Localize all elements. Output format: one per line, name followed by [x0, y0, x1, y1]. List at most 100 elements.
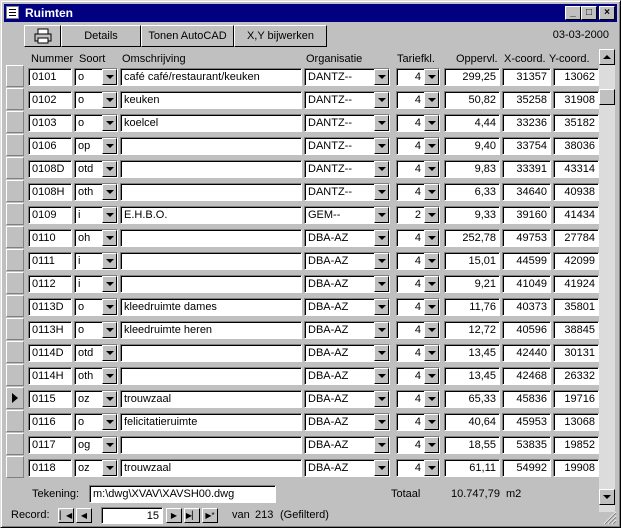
cell-x[interactable]: 40373: [502, 298, 551, 316]
cell-x[interactable]: 45836: [502, 390, 551, 408]
dropdown-arrow-icon[interactable]: [102, 391, 117, 407]
cell-omschrijving[interactable]: kleedruimte heren: [120, 321, 302, 339]
dropdown-arrow-icon[interactable]: [424, 437, 439, 453]
cell-x[interactable]: 33236: [502, 114, 551, 132]
table-row[interactable]: 0117 og DBA-AZ 4 18,55 53835 19852: [4, 433, 599, 456]
cell-y[interactable]: 35182: [553, 114, 599, 132]
cell-nummer[interactable]: 0117: [28, 436, 72, 454]
record-selector[interactable]: [6, 111, 24, 133]
dropdown-arrow-icon[interactable]: [374, 230, 389, 246]
cell-tariefkl[interactable]: 4: [396, 413, 440, 431]
cell-soort[interactable]: oh: [74, 229, 118, 247]
cell-nummer[interactable]: 0108D: [28, 160, 72, 178]
table-row[interactable]: 0112 i DBA-AZ 4 9,21 41049 41924: [4, 272, 599, 295]
record-selector[interactable]: [6, 341, 24, 363]
dropdown-arrow-icon[interactable]: [424, 368, 439, 384]
title-bar[interactable]: Ruimten _ □ ×: [4, 4, 617, 22]
cell-tariefkl[interactable]: 4: [396, 160, 440, 178]
cell-tariefkl[interactable]: 4: [396, 91, 440, 109]
cell-organisatie[interactable]: DBA-AZ: [304, 298, 390, 316]
cell-organisatie[interactable]: GEM--: [304, 206, 390, 224]
cell-nummer[interactable]: 0102: [28, 91, 72, 109]
cell-soort[interactable]: oz: [74, 459, 118, 477]
cell-omschrijving[interactable]: [120, 252, 302, 270]
dropdown-arrow-icon[interactable]: [374, 184, 389, 200]
table-row[interactable]: 0113D o kleedruimte dames DBA-AZ 4 11,76 40373…: [4, 295, 599, 318]
dropdown-arrow-icon[interactable]: [102, 414, 117, 430]
cell-x[interactable]: 42440: [502, 344, 551, 362]
cell-nummer[interactable]: 0114H: [28, 367, 72, 385]
cell-organisatie[interactable]: DBA-AZ: [304, 275, 390, 293]
record-selector[interactable]: [6, 249, 24, 271]
cell-oppervl[interactable]: 11,76: [444, 298, 500, 316]
cell-y[interactable]: 41434: [553, 206, 599, 224]
cell-tariefkl[interactable]: 4: [396, 367, 440, 385]
cell-omschrijving[interactable]: [120, 137, 302, 155]
dropdown-arrow-icon[interactable]: [424, 230, 439, 246]
record-selector[interactable]: [6, 65, 24, 87]
cell-omschrijving[interactable]: felicitatieruimte: [120, 413, 302, 431]
dropdown-arrow-icon[interactable]: [374, 322, 389, 338]
cell-y[interactable]: 40938: [553, 183, 599, 201]
dropdown-arrow-icon[interactable]: [102, 253, 117, 269]
cell-nummer[interactable]: 0101: [28, 68, 72, 86]
table-row[interactable]: 0106 op DANTZ-- 4 9,40 33754 38036: [4, 134, 599, 157]
table-row[interactable]: 0111 i DBA-AZ 4 15,01 44599 42099: [4, 249, 599, 272]
cell-x[interactable]: 39160: [502, 206, 551, 224]
cell-y[interactable]: 30131: [553, 344, 599, 362]
dropdown-arrow-icon[interactable]: [374, 69, 389, 85]
dropdown-arrow-icon[interactable]: [102, 184, 117, 200]
dropdown-arrow-icon[interactable]: [374, 276, 389, 292]
cell-tariefkl[interactable]: 4: [396, 459, 440, 477]
cell-oppervl[interactable]: 299,25: [444, 68, 500, 86]
tekening-field[interactable]: m:\dwg\XVAV\XAVSH00.dwg: [89, 485, 276, 503]
cell-y[interactable]: 31908: [553, 91, 599, 109]
dropdown-arrow-icon[interactable]: [424, 69, 439, 85]
dropdown-arrow-icon[interactable]: [374, 391, 389, 407]
cell-nummer[interactable]: 0111: [28, 252, 72, 270]
cell-tariefkl[interactable]: 4: [396, 275, 440, 293]
dropdown-arrow-icon[interactable]: [424, 115, 439, 131]
cell-soort[interactable]: o: [74, 91, 118, 109]
record-selector[interactable]: [6, 364, 24, 386]
cell-soort[interactable]: oz: [74, 390, 118, 408]
dropdown-arrow-icon[interactable]: [424, 345, 439, 361]
dropdown-arrow-icon[interactable]: [374, 115, 389, 131]
dropdown-arrow-icon[interactable]: [102, 207, 117, 223]
scroll-up-button[interactable]: [599, 49, 615, 65]
dropdown-arrow-icon[interactable]: [424, 276, 439, 292]
cell-nummer[interactable]: 0116: [28, 413, 72, 431]
cell-organisatie[interactable]: DBA-AZ: [304, 229, 390, 247]
cell-organisatie[interactable]: DANTZ--: [304, 68, 390, 86]
resize-grip-icon[interactable]: [603, 511, 617, 525]
maximize-button[interactable]: □: [581, 6, 597, 20]
cell-oppervl[interactable]: 4,44: [444, 114, 500, 132]
cell-soort[interactable]: o: [74, 68, 118, 86]
dropdown-arrow-icon[interactable]: [424, 391, 439, 407]
scroll-thumb[interactable]: [599, 89, 615, 105]
cell-tariefkl[interactable]: 4: [396, 252, 440, 270]
table-row[interactable]: 0118 oz trouwzaal DBA-AZ 4 61,11 54992 19908: [4, 456, 599, 479]
cell-soort[interactable]: i: [74, 206, 118, 224]
record-selector[interactable]: [6, 226, 24, 248]
cell-omschrijving[interactable]: trouwzaal: [120, 390, 302, 408]
cell-y[interactable]: 42099: [553, 252, 599, 270]
cell-soort[interactable]: oth: [74, 183, 118, 201]
cell-nummer[interactable]: 0108H: [28, 183, 72, 201]
dropdown-arrow-icon[interactable]: [424, 253, 439, 269]
cell-x[interactable]: 34640: [502, 183, 551, 201]
cell-nummer[interactable]: 0114D: [28, 344, 72, 362]
dropdown-arrow-icon[interactable]: [424, 299, 439, 315]
cell-organisatie[interactable]: DBA-AZ: [304, 344, 390, 362]
cell-oppervl[interactable]: 40,64: [444, 413, 500, 431]
cell-x[interactable]: 35258: [502, 91, 551, 109]
cell-soort[interactable]: oth: [74, 367, 118, 385]
dropdown-arrow-icon[interactable]: [374, 92, 389, 108]
cell-organisatie[interactable]: DANTZ--: [304, 160, 390, 178]
cell-organisatie[interactable]: DBA-AZ: [304, 459, 390, 477]
table-row[interactable]: 0103 o koelcel DANTZ-- 4 4,44 33236 35182: [4, 111, 599, 134]
cell-tariefkl[interactable]: 4: [396, 436, 440, 454]
cell-oppervl[interactable]: 18,55: [444, 436, 500, 454]
cell-x[interactable]: 42468: [502, 367, 551, 385]
table-row[interactable]: 0109 i E.H.B.O. GEM-- 2 9,33 39160 41434: [4, 203, 599, 226]
